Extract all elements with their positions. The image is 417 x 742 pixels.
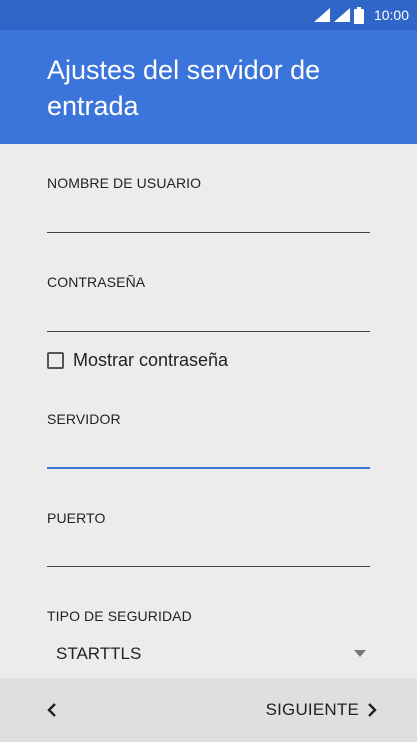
bottom-navigation-bar: SIGUIENTE [0,678,417,742]
username-field[interactable] [47,202,370,230]
server-label: SERVIDOR [47,411,121,427]
next-button[interactable]: SIGUIENTE [266,696,377,724]
signal-icon [313,8,330,22]
status-bar: 10:00 [0,0,417,30]
back-button[interactable] [36,696,68,724]
port-underline [47,566,370,567]
port-field[interactable] [47,537,370,565]
server-settings-form: NOMBRE DE USUARIO CONTRASEÑA Mostrar con… [0,144,417,678]
signal-icon [333,8,350,22]
password-label: CONTRASEÑA [47,274,146,290]
next-label: SIGUIENTE [265,700,359,719]
dropdown-arrow-icon [354,650,366,657]
chevron-left-icon [47,703,56,717]
security-type-label: TIPO DE SEGURIDAD [47,608,192,624]
username-underline [47,232,370,233]
password-field[interactable] [47,301,370,329]
incoming-server-settings-screen: 10:00 Ajustes del servidor de entrada NO… [0,0,417,742]
status-icons: 10:00 [313,0,409,30]
page-title: Ajustes del servidor de entrada [47,55,321,121]
port-label: PUERTO [47,510,106,526]
show-password-label: Mostrar contraseña [73,349,229,370]
chevron-right-icon [368,703,377,717]
app-header: Ajustes del servidor de entrada [0,30,417,144]
show-password-checkbox[interactable]: Mostrar contraseña [47,348,228,372]
server-underline-focused [47,467,370,469]
checkbox-icon [47,351,64,369]
status-time: 10:00 [373,7,409,23]
battery-icon [353,6,364,24]
password-underline [47,331,370,332]
server-field[interactable] [47,438,370,466]
username-label: NOMBRE DE USUARIO [47,175,202,191]
security-type-value: STARTTLS [56,644,142,663]
